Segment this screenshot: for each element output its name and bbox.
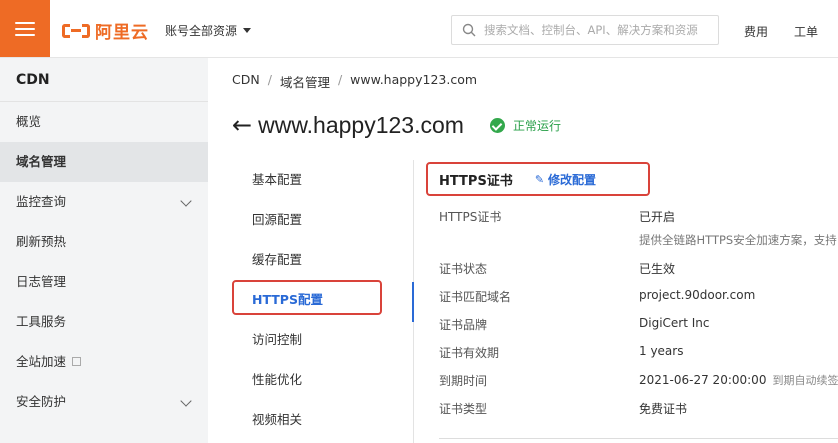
info-label: 证书匹配域名	[439, 290, 512, 304]
edit-config-button[interactable]: ✎ 修改配置	[535, 171, 596, 188]
sidebar-item-label: 刷新预热	[16, 234, 67, 249]
external-link-icon	[72, 357, 82, 366]
edit-config-label: 修改配置	[548, 173, 597, 187]
sidebar-item-logs[interactable]: 日志管理	[0, 262, 208, 302]
info-value: 2021-06-27 20:00:00 到期自动续签	[639, 372, 838, 388]
chevron-down-icon	[180, 395, 192, 407]
highlight-box-https-nav	[232, 280, 382, 315]
nav-link-tickets[interactable]: 工单	[794, 23, 818, 40]
sidebar-item-label: 域名管理	[16, 154, 67, 169]
search-icon	[462, 23, 476, 37]
subnav-cache[interactable]: 缓存配置	[232, 240, 413, 280]
status-text: 正常运行	[512, 118, 561, 133]
breadcrumb-item-domains[interactable]: 域名管理	[280, 72, 330, 91]
info-label: 证书有效期	[439, 346, 500, 360]
info-value: 已生效	[639, 262, 676, 276]
breadcrumb-item-current: www.happy123.com	[350, 72, 478, 87]
info-label: HTTPS证书	[439, 210, 502, 224]
sidebar: CDN 概览 域名管理 监控查询 刷新预热 日志管理 工具服务 全站加速 安全防…	[0, 58, 208, 443]
info-value: 1 years	[639, 344, 684, 358]
breadcrumb-separator: /	[337, 72, 343, 87]
nav-link-fees[interactable]: 费用	[744, 23, 768, 40]
search-input[interactable]	[484, 23, 704, 37]
sidebar-item-overview[interactable]: 概览	[0, 102, 208, 142]
check-circle-icon	[489, 117, 505, 133]
status-badge: 正常运行	[489, 117, 561, 134]
sidebar-item-security[interactable]: 安全防护	[0, 382, 208, 422]
info-value: project.90door.com	[639, 288, 756, 302]
chevron-down-icon	[180, 195, 192, 207]
subnav-performance[interactable]: 性能优化	[232, 360, 413, 400]
https-panel-header: HTTPS证书 ✎ 修改配置	[439, 170, 596, 189]
sidebar-item-label: 概览	[16, 114, 42, 129]
sidebar-item-tools[interactable]: 工具服务	[0, 302, 208, 342]
subnav-active-indicator	[412, 282, 414, 322]
pencil-icon: ✎	[534, 173, 545, 186]
breadcrumb-separator: /	[267, 72, 272, 87]
sidebar-title: CDN	[0, 58, 208, 102]
sidebar-item-label: 日志管理	[16, 274, 67, 289]
breadcrumb-item-cdn[interactable]: CDN	[232, 72, 260, 91]
expiry-time: 2021-06-27 20:00:00	[639, 373, 767, 387]
logo[interactable]: 阿里云	[62, 18, 149, 43]
top-bar: 阿里云 账号全部资源 费用 工单	[0, 0, 838, 58]
logo-text: 阿里云	[95, 23, 149, 43]
info-label: 证书品牌	[439, 318, 488, 332]
info-label: 到期时间	[439, 374, 488, 388]
sidebar-item-monitoring[interactable]: 监控查询	[0, 182, 208, 222]
info-label: 证书类型	[439, 402, 488, 416]
info-value: DigiCert Inc	[639, 316, 710, 330]
account-resource-dropdown[interactable]: 账号全部资源	[165, 22, 252, 39]
info-value: 免费证书	[639, 402, 688, 416]
subnav-access-control[interactable]: 访问控制	[232, 320, 413, 360]
subnav-video[interactable]: 视频相关	[232, 400, 413, 440]
sidebar-item-dcdn[interactable]: 全站加速	[0, 342, 208, 382]
divider	[439, 438, 838, 439]
aliyun-logo-icon	[62, 22, 90, 40]
subnav-origin[interactable]: 回源配置	[232, 200, 413, 240]
auto-renew-note: 到期自动续签	[772, 374, 838, 387]
info-value: 已开启	[639, 210, 676, 224]
sidebar-item-label: 安全防护	[16, 394, 67, 409]
page-title: www.happy123.com	[258, 111, 464, 138]
subnav-basic[interactable]: 基本配置	[232, 160, 413, 200]
sidebar-item-label: 监控查询	[16, 194, 67, 209]
search-box[interactable]	[451, 15, 719, 45]
back-arrow-icon[interactable]: ←	[232, 110, 252, 140]
menu-icon[interactable]	[0, 0, 50, 57]
sidebar-item-label: 全站加速	[16, 354, 67, 369]
page-header: ← www.happy123.com 正常运行	[232, 110, 561, 140]
sidebar-item-domain-management[interactable]: 域名管理	[0, 142, 208, 182]
breadcrumb: CDN / 域名管理 / www.happy123.com	[232, 72, 477, 91]
info-label: 证书状态	[439, 262, 488, 276]
info-description: 提供全链路HTTPS安全加速方案，支持	[639, 233, 837, 247]
panel-title: HTTPS证书	[439, 174, 513, 189]
caret-down-icon	[243, 28, 252, 33]
sidebar-item-label: 工具服务	[16, 314, 67, 329]
account-label: 账号全部资源	[165, 24, 238, 38]
sidebar-item-refresh-preload[interactable]: 刷新预热	[0, 222, 208, 262]
